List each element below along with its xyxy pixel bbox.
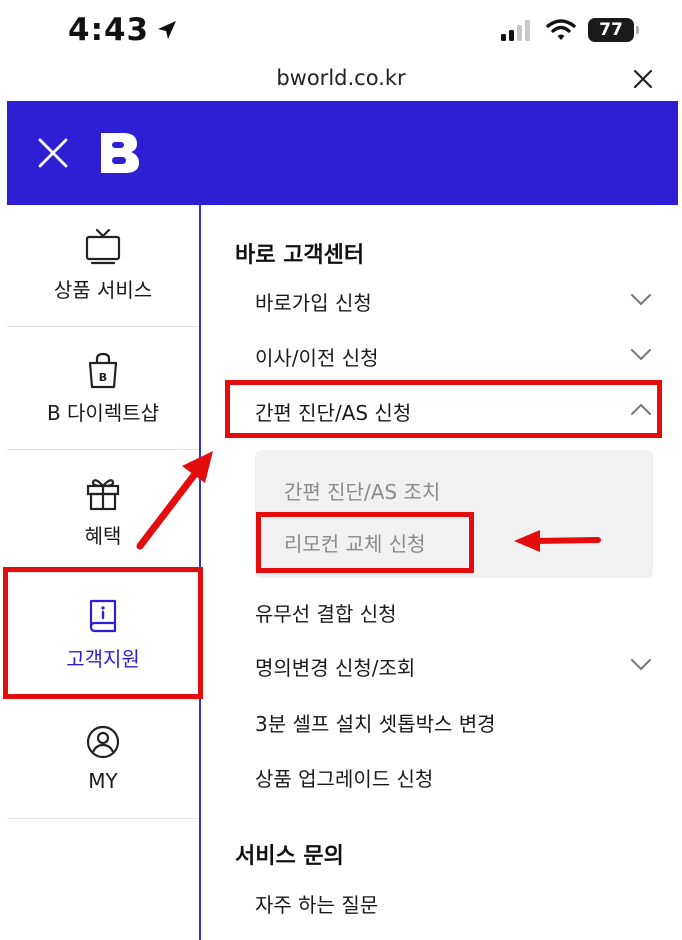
sidebar-item-benefits[interactable]: 혜택 [7, 451, 199, 573]
menu-item-label: 이사/이전 신청 [255, 345, 379, 370]
gift-icon [86, 479, 120, 511]
menu-item-upgrade[interactable]: 상품 업그레이드 신청 [255, 757, 655, 797]
battery-level: 77 [599, 20, 623, 40]
url-bar: bworld.co.kr [0, 62, 682, 102]
menu-item-label: 바로가입 신청 [255, 290, 372, 315]
menu-item-label: 명의변경 신청/조회 [255, 655, 416, 680]
time-text: 4:43 [68, 12, 150, 48]
menu-item-settop-change[interactable]: 3분 셀프 설치 셋톱박스 변경 [255, 702, 655, 742]
battery-icon: 77 [588, 18, 639, 42]
sidebar-item-direct-shop[interactable]: B B 다이렉트샵 [7, 328, 199, 450]
location-arrow-icon [158, 21, 177, 39]
sidebar-item-label: MY [88, 768, 118, 793]
annotation-box-remote [256, 512, 474, 573]
status-indicators: 77 [500, 18, 639, 42]
brand-logo[interactable] [99, 131, 141, 175]
wifi-icon [546, 19, 576, 40]
annotation-box-support [3, 567, 203, 699]
status-bar: 4:43 77 [0, 0, 682, 62]
shopping-bag-icon: B [88, 352, 118, 389]
chevron-down-icon[interactable] [629, 291, 653, 307]
menu-item-quick-join[interactable]: 바로가입 신청 [255, 281, 655, 321]
menu-item-label: 상품 업그레이드 신청 [255, 766, 434, 791]
menu-item-faq[interactable]: 자주 하는 질문 [255, 883, 655, 923]
section-title: 서비스 문의 [235, 844, 344, 869]
tv-icon [85, 228, 121, 265]
svg-text:B: B [99, 371, 107, 384]
user-circle-icon [86, 725, 120, 758]
submenu-item-as-action[interactable]: 간편 진단/AS 조치 [284, 476, 440, 505]
sidebar-item-products[interactable]: 상품 서비스 [7, 205, 199, 327]
chevron-down-icon[interactable] [629, 346, 653, 362]
url-text: bworld.co.kr [276, 66, 406, 90]
sidebar-item-label: B 다이렉트샵 [46, 401, 160, 425]
sidebar-item-my[interactable]: MY [7, 697, 199, 819]
sidebar-item-label: 혜택 [84, 524, 122, 548]
section-title: 바로 고객센터 [235, 243, 365, 268]
menu-item-bundle[interactable]: 유무선 결합 신청 [255, 592, 655, 632]
menu-item-move[interactable]: 이사/이전 신청 [255, 336, 655, 376]
chevron-down-icon[interactable] [629, 656, 653, 672]
close-menu-icon[interactable] [37, 137, 69, 169]
menu-header [7, 101, 678, 205]
signal-icon [501, 20, 530, 41]
menu-item-name-change[interactable]: 명의변경 신청/조회 [255, 646, 655, 686]
close-icon[interactable] [632, 68, 654, 90]
sidebar-item-label: 상품 서비스 [53, 278, 153, 302]
menu-item-label: 자주 하는 질문 [255, 892, 379, 917]
annotation-box-diagnosis [225, 380, 662, 438]
menu-item-label: 3분 셀프 설치 셋톱박스 변경 [255, 711, 496, 736]
menu-item-label: 유무선 결합 신청 [255, 601, 397, 626]
status-time: 4:43 [68, 12, 179, 48]
